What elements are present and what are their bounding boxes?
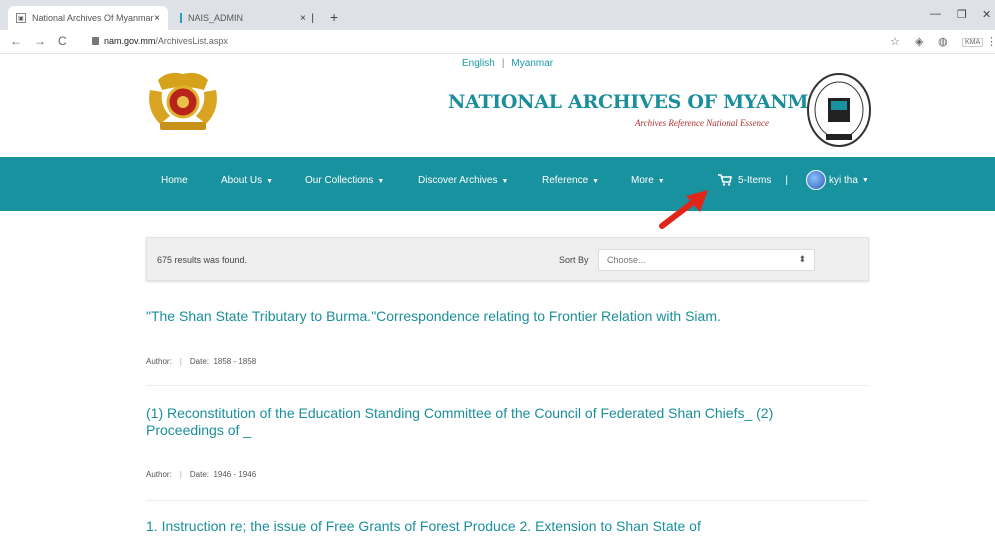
shopping-cart-icon [718, 174, 732, 186]
archives-seal-logo [807, 73, 871, 147]
record-title-link[interactable]: (1) Reconstitution of the Education Stan… [146, 405, 846, 439]
record-title-link[interactable]: "The Shan State Tributary to Burma."Corr… [146, 308, 846, 325]
nav-reference[interactable]: Reference ▼ [542, 175, 599, 186]
date-label: Date: [189, 357, 209, 366]
record-divider [146, 500, 869, 501]
author-label: Author: [146, 357, 172, 366]
results-count: 675 results was found. [157, 255, 248, 265]
caret-down-icon: ▼ [657, 178, 665, 185]
results-toolbar: 675 results was found. Sort By Choose...… [146, 237, 869, 281]
nav-discover-archives[interactable]: Discover Archives ▼ [418, 175, 508, 186]
user-name: kyi tha [829, 174, 858, 186]
date-label: Date: [189, 470, 209, 479]
address-bar: ← → C nam.gov.mm/ArchivesList.aspx ☆ ◈ ◍… [0, 30, 995, 54]
new-tab-icon[interactable]: + [330, 9, 338, 25]
restore-icon[interactable]: ❐ [957, 8, 967, 21]
page-favicon-icon [180, 13, 182, 23]
main-nav-bar: Home About Us ▼ Our Collections ▼ Discover… [0, 157, 995, 211]
record-divider [146, 385, 869, 386]
sort-selected-value: Choose... [607, 255, 646, 265]
record-title-link[interactable]: 1. Instruction re; the issue of Free Gra… [146, 518, 846, 535]
extension-icon[interactable]: ◍ [938, 35, 948, 48]
lang-myanmar-link[interactable]: Myanmar [511, 58, 553, 69]
tab-title: NAIS_ADMIN [188, 13, 244, 23]
browser-tab[interactable]: NAIS_ADMIN × | [172, 6, 322, 30]
cart-count: 5-Items [738, 174, 772, 186]
annotation-arrow-icon [659, 190, 708, 229]
nav-separator: | [785, 174, 788, 186]
lang-separator: | [501, 58, 505, 69]
sort-label: Sort By [559, 255, 589, 265]
site-title: NATIONAL ARCHIVES OF MYANMAR [448, 91, 839, 113]
nav-label: Our Collections [305, 175, 374, 186]
url-path: /ArchivesList.aspx [155, 36, 228, 46]
reload-icon[interactable]: C [58, 34, 67, 48]
record-meta: Author: | Date: 1946 - 1946 [146, 470, 257, 479]
language-switcher: English | Myanmar [462, 58, 553, 69]
tab-title: National Archives Of Myanmar [32, 13, 154, 23]
extension-icon[interactable]: KMA [962, 38, 984, 47]
close-tab-icon[interactable]: × | [300, 13, 314, 24]
bookmark-star-icon[interactable]: ☆ [890, 35, 900, 48]
nav-label: Discover Archives [418, 175, 498, 186]
caret-down-icon: ▼ [592, 178, 600, 185]
nav-label: Reference [542, 175, 589, 186]
select-arrows-icon: ⬍ [798, 254, 806, 264]
nav-more[interactable]: More ▼ [631, 175, 665, 186]
back-icon[interactable]: ← [10, 34, 22, 48]
close-tab-icon[interactable]: × [154, 13, 160, 24]
caret-down-icon: ▼ [266, 178, 274, 185]
user-menu[interactable]: kyi tha ▼ [806, 170, 869, 190]
site-tagline: Archives Reference National Essence [635, 118, 770, 128]
close-window-icon[interactable]: ✕ [982, 8, 991, 21]
site-favicon-icon: ▣ [16, 13, 26, 23]
url-host: nam.gov.mm [104, 36, 156, 46]
cart-button[interactable]: 5-Items | [718, 174, 788, 186]
avatar [806, 170, 826, 190]
forward-icon[interactable]: → [34, 34, 46, 48]
date-value: 1946 - 1946 [213, 470, 257, 479]
url-field[interactable]: nam.gov.mm/ArchivesList.aspx [92, 36, 228, 46]
lock-icon [92, 37, 99, 45]
caret-down-icon: ▼ [861, 176, 869, 184]
sort-select[interactable]: Choose... ⬍ [598, 249, 815, 271]
nav-home[interactable]: Home [161, 175, 188, 186]
state-emblem-logo[interactable] [146, 70, 220, 132]
author-label: Author: [146, 470, 172, 479]
nav-label: Home [161, 175, 188, 186]
browser-tab-active[interactable]: ▣ National Archives Of Myanmar × [8, 6, 168, 30]
caret-down-icon: ▼ [377, 178, 385, 185]
minimize-icon[interactable]: — [930, 8, 941, 20]
nav-about-us[interactable]: About Us ▼ [221, 175, 273, 186]
date-value: 1858 - 1858 [213, 357, 257, 366]
caret-down-icon: ▼ [501, 178, 509, 185]
lang-english-link[interactable]: English [462, 58, 495, 69]
nav-our-collections[interactable]: Our Collections ▼ [305, 175, 384, 186]
browser-tab-strip: ▣ National Archives Of Myanmar × NAIS_AD… [0, 0, 995, 30]
nav-label: About Us [221, 175, 263, 186]
record-meta: Author: | Date: 1858 - 1858 [146, 357, 257, 366]
menu-dots-icon[interactable]: ⋮ [986, 35, 995, 48]
extension-icon[interactable]: ◈ [915, 35, 923, 48]
nav-label: More [631, 175, 654, 186]
